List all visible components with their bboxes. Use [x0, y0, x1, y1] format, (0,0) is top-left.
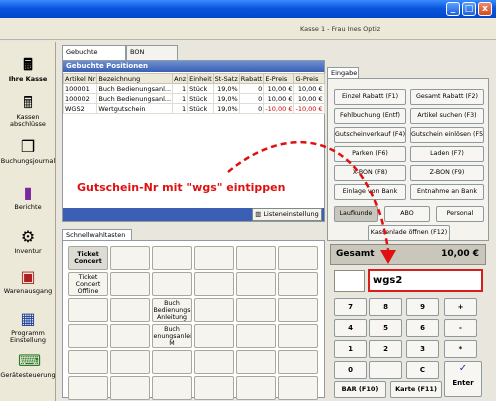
annotation-arrow — [227, 140, 396, 264]
